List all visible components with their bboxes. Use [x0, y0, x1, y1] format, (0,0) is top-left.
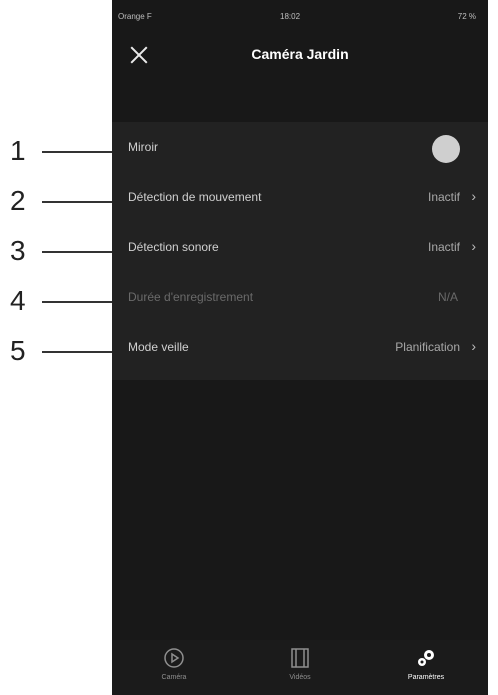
setting-label: Durée d'enregistrement	[128, 290, 254, 304]
nav-bar: Caméra Jardin	[112, 34, 488, 84]
callout-2: 2	[0, 186, 130, 216]
setting-value: N/A	[437, 290, 458, 304]
battery-level: 72 %	[457, 12, 476, 21]
callout-number: 5	[10, 335, 26, 366]
gears-icon	[418, 650, 434, 666]
setting-value: Inactif	[427, 190, 460, 204]
setting-sound-detection[interactable]: Détection sonore Inactif ›	[112, 222, 488, 272]
setting-sleep-mode[interactable]: Mode veille Planification ›	[112, 322, 488, 372]
setting-label: Détection de mouvement	[128, 190, 262, 204]
chevron-right-icon: ›	[471, 238, 476, 254]
clock: 18:02	[280, 12, 301, 21]
callout-number: 2	[10, 185, 26, 216]
setting-label: Miroir	[128, 140, 158, 154]
setting-value: Inactif	[427, 240, 460, 254]
tab-bar: Caméra Vidéos Paramètres	[112, 640, 488, 695]
play-icon	[164, 648, 184, 668]
tab-label: Vidéos	[289, 674, 311, 681]
setting-value: Planification	[395, 340, 460, 354]
callout-number: 3	[10, 235, 26, 266]
setting-label: Détection sonore	[128, 240, 219, 254]
tab-settings[interactable]: Paramètres	[376, 646, 476, 694]
tab-label: Paramètres	[407, 674, 445, 681]
mirror-toggle[interactable]	[432, 135, 460, 163]
setting-recording-duration: Durée d'enregistrement N/A	[112, 272, 488, 322]
tab-videos[interactable]: Vidéos	[250, 646, 350, 694]
setting-mirror[interactable]: Miroir	[112, 122, 488, 172]
carrier-label: Orange F	[118, 12, 152, 21]
status-bar: Orange F 18:02 72 %	[112, 12, 488, 32]
callout-number: 4	[10, 285, 26, 316]
tab-camera[interactable]: Caméra	[124, 646, 224, 694]
setting-label: Mode veille	[128, 340, 189, 354]
page-title: Caméra Jardin	[251, 46, 349, 62]
tab-label: Caméra	[161, 674, 187, 681]
callout-number: 1	[10, 135, 26, 166]
settings-list: Miroir Détection de mouvement Inactif › …	[112, 122, 488, 380]
callout-4: 4	[0, 286, 130, 316]
callout-5: 5	[0, 336, 130, 366]
film-icon	[291, 648, 309, 668]
setting-motion-detection[interactable]: Détection de mouvement Inactif ›	[112, 172, 488, 222]
chevron-right-icon: ›	[471, 338, 476, 354]
chevron-right-icon: ›	[471, 188, 476, 204]
callout-1: 1	[0, 136, 130, 166]
callout-3: 3	[0, 236, 130, 266]
phone-screen: Orange F 18:02 72 % Caméra Jardin Miroir…	[112, 0, 488, 695]
